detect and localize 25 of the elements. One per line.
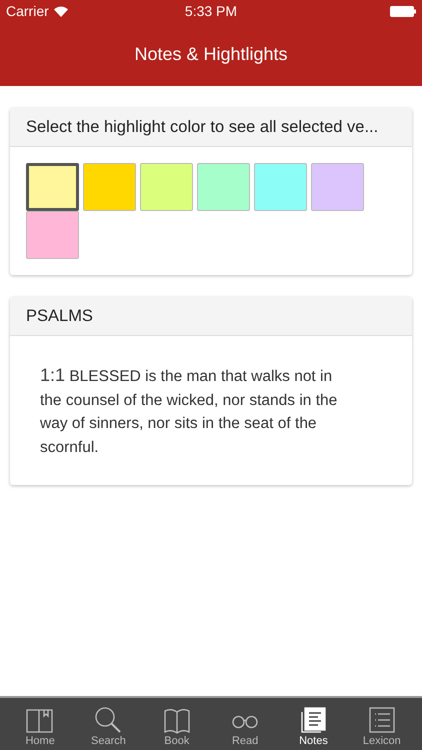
book-title: PSALMS — [26, 306, 93, 326]
color-swatch[interactable] — [26, 211, 79, 259]
tab[interactable]: Lexicon — [352, 698, 412, 750]
tab[interactable]: Home — [10, 698, 70, 750]
screen-title: Notes & Hightlights — [134, 44, 288, 64]
list-icon — [368, 706, 396, 734]
card-title: Select the highlight color to see all selected ve... — [26, 118, 378, 136]
tab[interactable]: Book — [146, 698, 207, 750]
color-swatch[interactable] — [311, 163, 364, 211]
color-swatch[interactable] — [140, 163, 193, 211]
verse-text: 1:1 BLESSED is the man that walks not in the counsel of the wicked, nor stands in the way of sinners, nor sits in the seat of the scornful. — [39, 364, 338, 458]
carrier-label: Carrier — [6, 3, 49, 19]
tab[interactable]: Search — [78, 698, 138, 750]
color-swatch[interactable] — [26, 163, 79, 211]
book-icon — [162, 706, 191, 734]
clock-time: 5:33 PM — [184, 3, 238, 19]
battery-icon — [390, 6, 416, 16]
tab[interactable]: Notes — [283, 698, 344, 750]
notes-icon — [299, 706, 328, 734]
color-swatch[interactable] — [83, 163, 136, 211]
tab[interactable]: Read — [215, 698, 276, 750]
search-icon — [94, 706, 122, 734]
wifi-icon — [54, 6, 68, 16]
color-swatch[interactable] — [254, 163, 307, 211]
color-swatch[interactable] — [197, 163, 250, 211]
